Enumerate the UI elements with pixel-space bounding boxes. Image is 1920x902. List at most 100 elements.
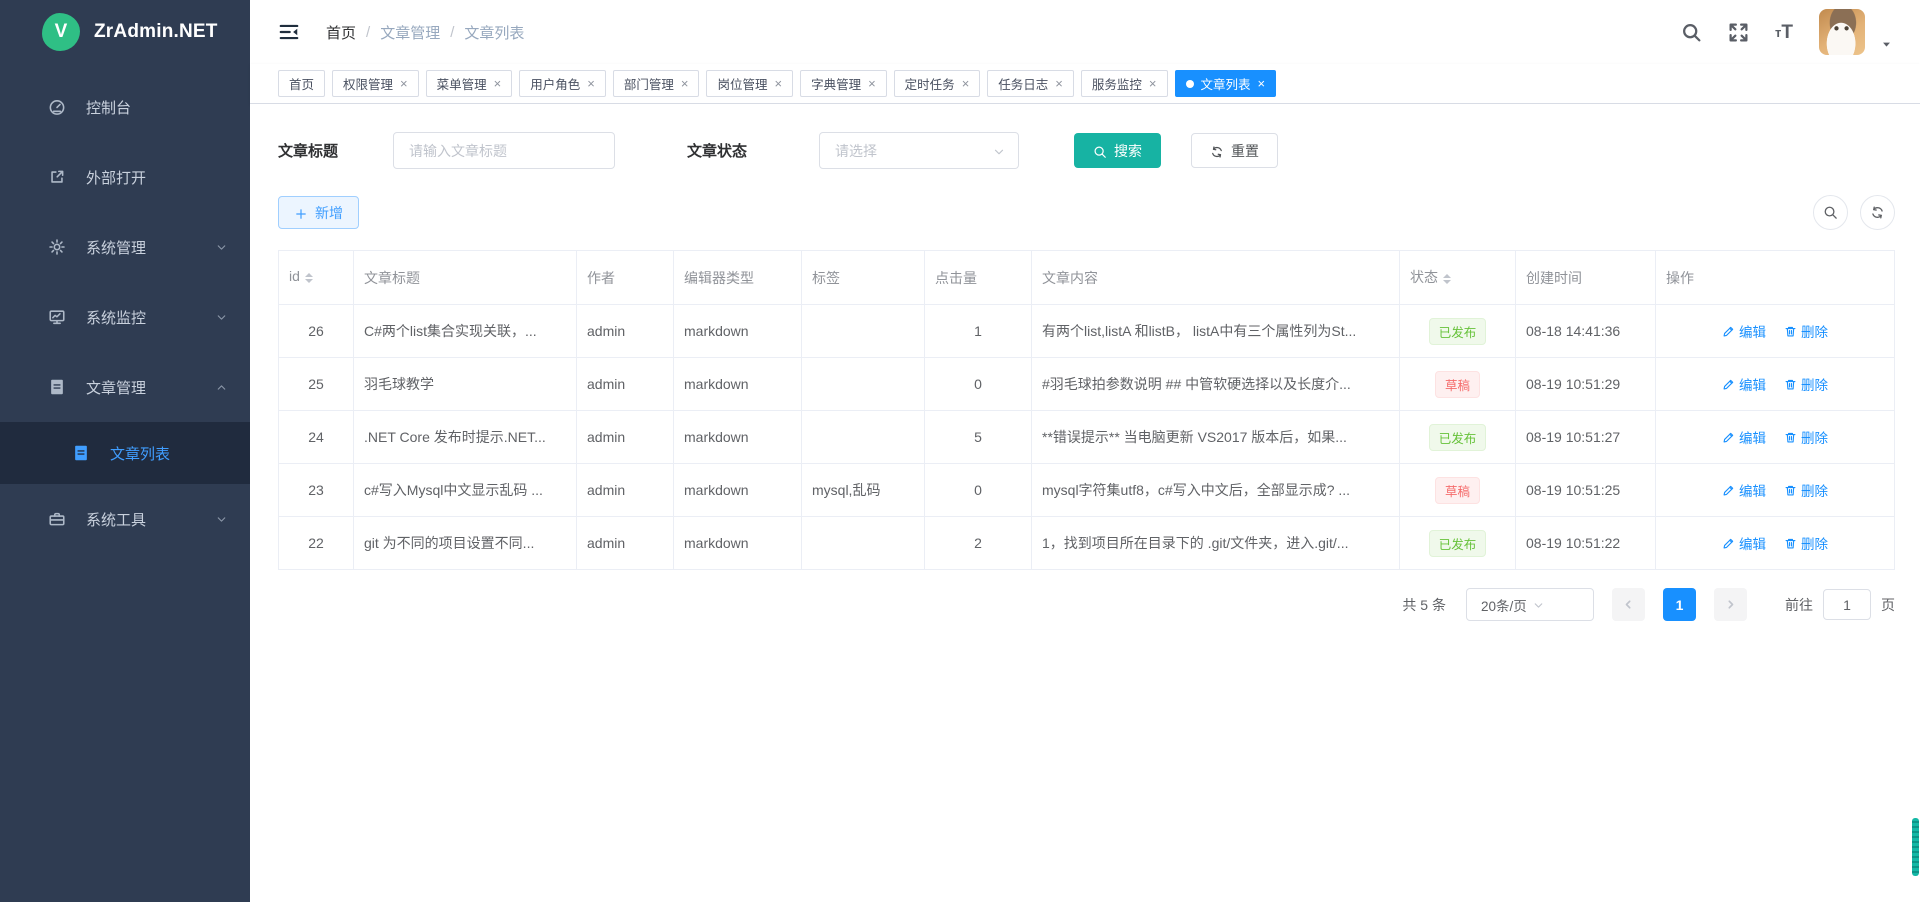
close-icon[interactable]: × [1149,77,1157,90]
tab-2[interactable]: 菜单管理× [426,70,513,97]
cell-content: 1，找到项目所在目录下的 .git/文件夹，进入.git/... [1032,517,1400,570]
cell-author: admin [577,358,674,411]
close-icon[interactable]: × [400,77,408,90]
close-icon[interactable]: × [1258,77,1266,90]
trash-icon [1784,430,1797,445]
close-icon[interactable]: × [494,77,502,90]
cell-clicks: 0 [925,464,1032,517]
column-header-4: 标签 [802,251,925,305]
column-header-0[interactable]: id [279,251,354,305]
delete-button[interactable]: 删除 [1784,480,1828,500]
topbar: 首页/文章管理/文章列表 тT [250,0,1920,64]
sidebar-item-1[interactable]: 外部打开 [0,142,250,212]
cell-id: 22 [279,517,354,570]
delete-button[interactable]: 删除 [1784,533,1828,553]
cell-editor-type: markdown [674,464,802,517]
cell-tag: mysql,乱码 [802,464,925,517]
sidebar-subitem-0[interactable]: 文章列表 [0,422,250,484]
tab-8[interactable]: 任务日志× [987,70,1074,97]
user-menu-caret-icon[interactable] [1881,35,1892,51]
table-row: 22git 为不同的项目设置不同...adminmarkdown21，找到项目所… [279,517,1895,570]
edit-button[interactable]: 编辑 [1722,321,1766,341]
sidebar-item-3[interactable]: 系统监控 [0,282,250,352]
vertical-scrollbar-thumb[interactable] [1912,818,1919,876]
close-icon[interactable]: × [962,77,970,90]
pagination-goto: 前往 页 [1785,589,1895,620]
article-title-input[interactable] [393,132,615,169]
tab-label: 定时任务 [905,74,955,93]
page-number-button[interactable]: 1 [1663,588,1696,621]
table-tools [1813,195,1895,230]
close-icon[interactable]: × [681,77,689,90]
external-link-icon [48,168,66,186]
tab-4[interactable]: 部门管理× [613,70,700,97]
pagination: 共 5 条 20条/页 1 前往 页 [278,588,1895,621]
page-size-select[interactable]: 20条/页 [1466,588,1594,621]
search-icon [1093,142,1107,158]
search-icon[interactable] [1681,22,1702,43]
edit-button[interactable]: 编辑 [1722,374,1766,394]
delete-button[interactable]: 删除 [1784,321,1828,341]
avatar[interactable] [1819,9,1865,55]
close-icon[interactable]: × [868,77,876,90]
tab-6[interactable]: 字典管理× [800,70,887,97]
show-search-button[interactable] [1813,195,1848,230]
tab-5[interactable]: 岗位管理 × [706,70,793,97]
status-badge: 已发布 [1429,424,1487,451]
delete-button[interactable]: 删除 [1784,427,1828,447]
cell-tag [802,411,925,464]
edit-button[interactable]: 编辑 [1722,480,1766,500]
fullscreen-icon[interactable] [1728,22,1749,43]
refresh-table-button[interactable] [1860,195,1895,230]
next-page-button[interactable] [1714,588,1747,621]
prev-page-button[interactable] [1612,588,1645,621]
breadcrumb: 首页/文章管理/文章列表 [326,22,524,43]
tab-0[interactable]: 首页 [278,70,325,97]
cell-created-time: 08-19 10:51:29 [1516,358,1656,411]
sort-caret-icon[interactable] [1443,270,1451,288]
column-header-8: 创建时间 [1516,251,1656,305]
close-icon[interactable]: × [587,77,595,90]
sidebar-item-2[interactable]: 系统管理 [0,212,250,282]
sort-caret-icon[interactable] [305,269,313,287]
tabs-bar: 首页权限管理×菜单管理×用户角色×部门管理×岗位管理×字典管理×定时任务×任务日… [250,64,1920,104]
table-toolbar: 新增 [278,195,1895,230]
add-button[interactable]: 新增 [278,196,359,229]
pagination-total: 共 5 条 [1402,595,1446,615]
logo-icon: V [42,13,80,51]
font-size-icon[interactable]: тT [1775,23,1793,42]
cell-title: C#两个list集合实现关联，... [354,305,577,358]
tab-10[interactable]: 文章列表× [1175,70,1277,97]
column-header-7[interactable]: 状态 [1400,251,1516,305]
close-icon[interactable]: × [1055,77,1063,90]
content: 文章标题 文章状态 请选择 搜索 重置 [250,104,1920,902]
article-status-select[interactable]: 请选择 [819,132,1019,169]
app-logo[interactable]: V ZrAdmin.NET [0,0,250,64]
plus-icon [294,204,308,220]
cell-status: 已发布 [1400,517,1516,570]
edit-button[interactable]: 编辑 [1722,427,1766,447]
sidebar-item-label: 系统监控 [86,307,215,328]
sidebar-item-label: 文章管理 [86,377,215,398]
tab-3[interactable]: 用户角色× [519,70,606,97]
sidebar-item-0[interactable]: 控制台 [0,72,250,142]
close-icon[interactable]: × [774,77,782,90]
cell-editor-type: markdown [674,305,802,358]
breadcrumb-item-0[interactable]: 首页 [326,22,356,43]
tab-1[interactable]: 权限管理× [332,70,419,97]
edit-button[interactable]: 编辑 [1722,533,1766,553]
pencil-icon [1722,430,1735,445]
delete-button[interactable]: 删除 [1784,374,1828,394]
cell-status: 已发布 [1400,411,1516,464]
goto-page-input[interactable] [1823,589,1871,620]
tab-9[interactable]: 服务监控× [1081,70,1168,97]
tab-label: 岗位管理 [717,74,767,93]
breadcrumb-separator: / [450,24,454,41]
reset-button[interactable]: 重置 [1191,133,1278,168]
search-button[interactable]: 搜索 [1074,133,1161,168]
sidebar-item-4[interactable]: 文章管理 [0,352,250,422]
tab-7[interactable]: 定时任务 × [894,70,981,97]
sidebar-collapse-icon[interactable] [278,21,300,43]
cell-title: .NET Core 发布时提示.NET... [354,411,577,464]
sidebar-item-5[interactable]: 系统工具 [0,484,250,554]
